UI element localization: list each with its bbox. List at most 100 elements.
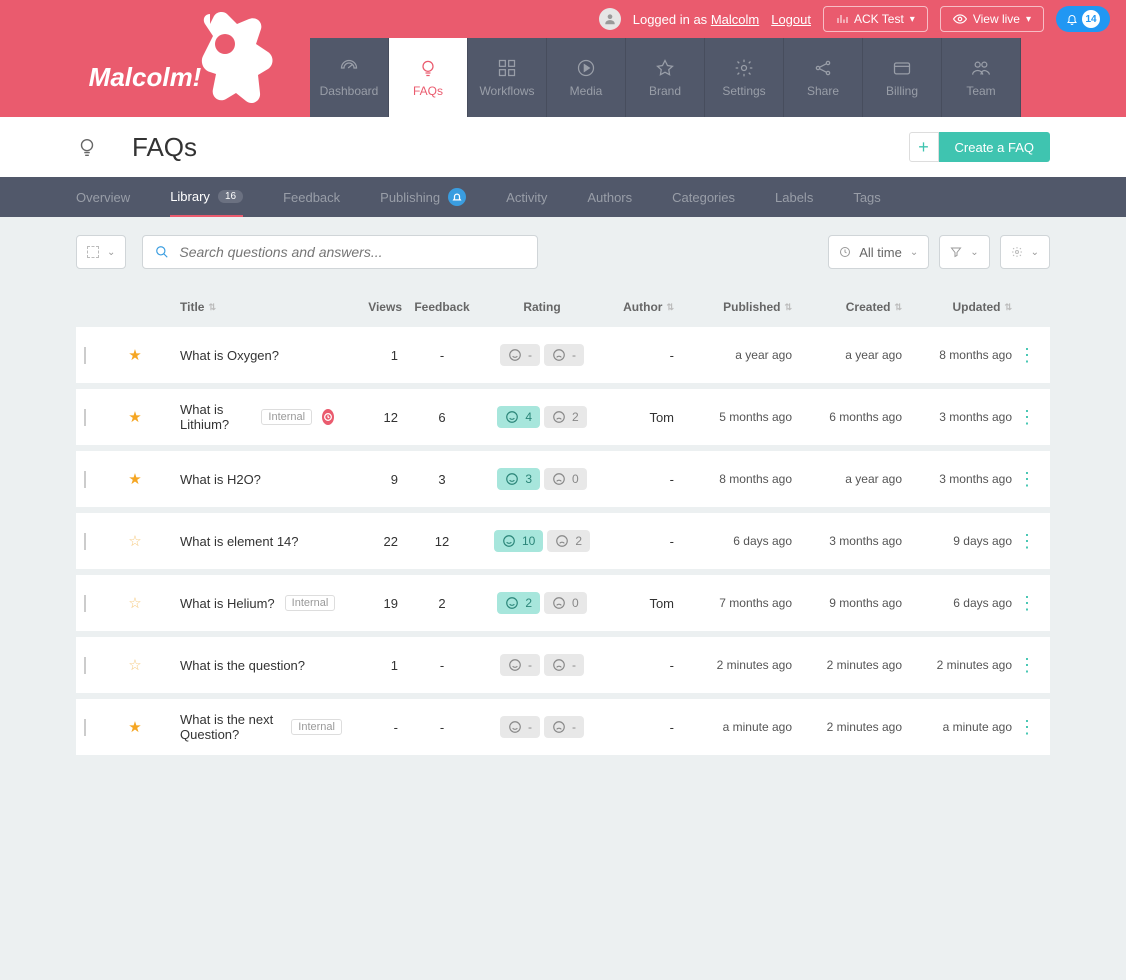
- nav-brand[interactable]: Brand: [626, 38, 705, 117]
- author-cell: -: [602, 658, 682, 673]
- row-menu-button[interactable]: ⋮: [1012, 593, 1042, 614]
- bulk-select-dropdown[interactable]: ⌄: [76, 235, 126, 269]
- col-title[interactable]: Title⇅: [180, 300, 342, 314]
- table-header: Title⇅ Views Feedback Rating Author⇅ Pub…: [76, 287, 1050, 327]
- avatar[interactable]: [599, 8, 621, 30]
- search-input[interactable]: [179, 244, 525, 260]
- updated-cell: 2 minutes ago: [902, 658, 1012, 672]
- nav-settings[interactable]: Settings: [705, 38, 784, 117]
- lightbulb-icon: [76, 136, 98, 158]
- col-published[interactable]: Published⇅: [682, 300, 792, 314]
- user-link[interactable]: Malcolm: [711, 12, 759, 27]
- notif-count: 14: [1082, 10, 1100, 28]
- tab-overview[interactable]: Overview: [76, 177, 130, 217]
- row-menu-button[interactable]: ⋮: [1012, 717, 1042, 738]
- table-row[interactable]: ★What is Oxygen?1----a year agoa year ag…: [76, 327, 1050, 383]
- settings-icon: [734, 58, 754, 78]
- published-cell: 8 months ago: [682, 472, 792, 486]
- billing-icon: [892, 58, 912, 78]
- date-filter-button[interactable]: All time ⌄: [828, 235, 929, 269]
- row-checkbox[interactable]: [84, 719, 86, 736]
- star-icon[interactable]: ★: [120, 718, 150, 736]
- nav-faqs[interactable]: FAQs: [389, 38, 468, 117]
- tab-categories[interactable]: Categories: [672, 177, 735, 217]
- search-box[interactable]: [142, 235, 538, 269]
- table-row[interactable]: ☆What is the question?1----2 minutes ago…: [76, 637, 1050, 693]
- views-cell: 1: [342, 348, 402, 363]
- nav-team[interactable]: Team: [942, 38, 1021, 117]
- create-faq-button[interactable]: Create a FAQ: [939, 132, 1050, 162]
- star-icon[interactable]: ★: [120, 346, 150, 364]
- feedback-cell: 12: [402, 534, 482, 549]
- nav-billing[interactable]: Billing: [863, 38, 942, 117]
- page-title: FAQs: [132, 132, 197, 163]
- col-views[interactable]: Views: [342, 300, 402, 314]
- faq-title: What is Helium?: [180, 596, 275, 611]
- row-menu-button[interactable]: ⋮: [1012, 655, 1042, 676]
- tab-publishing[interactable]: Publishing: [380, 177, 466, 217]
- created-cell: a year ago: [792, 348, 902, 362]
- row-checkbox[interactable]: [84, 533, 86, 550]
- row-checkbox[interactable]: [84, 595, 86, 612]
- col-updated[interactable]: Updated⇅: [902, 300, 1012, 314]
- author-cell: -: [602, 348, 682, 363]
- publishing-alert-icon: [448, 188, 466, 206]
- brand-icon: [655, 58, 675, 78]
- faq-title: What is H2O?: [180, 472, 261, 487]
- feedback-cell: -: [402, 348, 482, 363]
- row-checkbox[interactable]: [84, 347, 86, 364]
- updated-cell: 3 months ago: [902, 410, 1012, 424]
- star-icon[interactable]: ☆: [120, 656, 150, 674]
- chevron-down-icon: ⌄: [1031, 247, 1039, 258]
- feedback-cell: 2: [402, 596, 482, 611]
- ack-test-button[interactable]: ACK Test ▾: [823, 6, 928, 32]
- settings-dropdown[interactable]: ⌄: [1000, 235, 1050, 269]
- logout-link[interactable]: Logout: [771, 12, 811, 27]
- tab-activity[interactable]: Activity: [506, 177, 547, 217]
- row-checkbox[interactable]: [84, 471, 86, 488]
- tab-library[interactable]: Library16: [170, 177, 243, 217]
- table-row[interactable]: ☆What is Helium?Internal19220Tom7 months…: [76, 575, 1050, 631]
- notifications-button[interactable]: 14: [1056, 6, 1110, 32]
- filter-button[interactable]: ⌄: [939, 235, 989, 269]
- col-rating[interactable]: Rating: [482, 300, 602, 314]
- logo[interactable]: Malcolm!: [0, 38, 310, 117]
- tab-tags[interactable]: Tags: [853, 177, 880, 217]
- row-checkbox[interactable]: [84, 409, 86, 426]
- plus-button[interactable]: +: [909, 132, 939, 162]
- author-cell: Tom: [602, 410, 682, 425]
- col-feedback[interactable]: Feedback: [402, 300, 482, 314]
- dashboard-icon: [339, 58, 359, 78]
- view-live-button[interactable]: View live ▾: [940, 6, 1044, 32]
- created-cell: 9 months ago: [792, 596, 902, 610]
- row-menu-button[interactable]: ⋮: [1012, 407, 1042, 428]
- row-menu-button[interactable]: ⋮: [1012, 469, 1042, 490]
- rating-positive: -: [500, 344, 540, 366]
- star-icon[interactable]: ☆: [120, 594, 150, 612]
- author-cell: -: [602, 534, 682, 549]
- nav-share[interactable]: Share: [784, 38, 863, 117]
- star-icon[interactable]: ☆: [120, 532, 150, 550]
- tab-authors[interactable]: Authors: [587, 177, 632, 217]
- row-menu-button[interactable]: ⋮: [1012, 531, 1042, 552]
- tab-feedback[interactable]: Feedback: [283, 177, 340, 217]
- col-author[interactable]: Author⇅: [602, 300, 682, 314]
- chevron-down-icon: ▾: [1026, 14, 1031, 25]
- table-row[interactable]: ★What is the next Question?Internal-----…: [76, 699, 1050, 755]
- rating-negative: 0: [544, 468, 587, 490]
- star-icon[interactable]: ★: [120, 408, 150, 426]
- rating-positive: 2: [497, 592, 540, 614]
- col-created[interactable]: Created⇅: [792, 300, 902, 314]
- nav-workflows[interactable]: Workflows: [468, 38, 547, 117]
- nav-media[interactable]: Media: [547, 38, 626, 117]
- table-row[interactable]: ★What is Lithium?Internal12642Tom5 month…: [76, 389, 1050, 445]
- nav-dashboard[interactable]: Dashboard: [310, 38, 389, 117]
- row-checkbox[interactable]: [84, 657, 86, 674]
- row-menu-button[interactable]: ⋮: [1012, 345, 1042, 366]
- table-row[interactable]: ☆What is element 14?2212102-6 days ago3 …: [76, 513, 1050, 569]
- bars-icon: [836, 13, 848, 25]
- star-icon[interactable]: ★: [120, 470, 150, 488]
- table-row[interactable]: ★What is H2O?9330-8 months agoa year ago…: [76, 451, 1050, 507]
- tab-labels[interactable]: Labels: [775, 177, 813, 217]
- published-cell: 6 days ago: [682, 534, 792, 548]
